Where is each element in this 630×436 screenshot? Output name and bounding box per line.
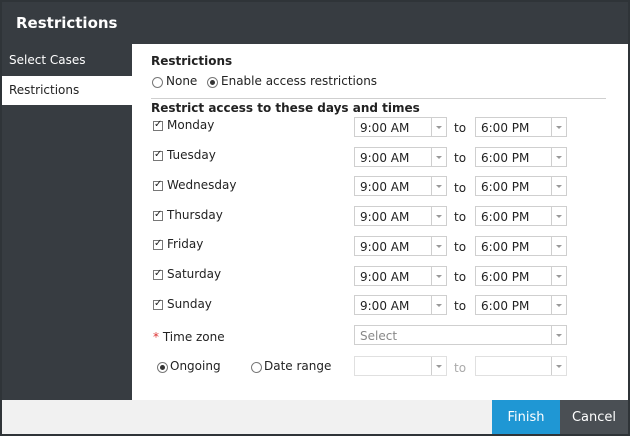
day-label-friday: Friday: [167, 237, 204, 251]
sidebar-item-label: Restrictions: [9, 83, 80, 97]
chevron-down-icon: [431, 296, 446, 314]
day-label-monday: Monday: [167, 118, 215, 132]
chevron-down-icon: [431, 177, 446, 195]
sidebar-item-select-cases[interactable]: Select Cases: [2, 46, 132, 75]
start-time-saturday[interactable]: 9:00 AM: [354, 266, 447, 286]
radio-none-label: None: [166, 74, 198, 88]
to-label: to: [454, 210, 467, 224]
to-label: to: [454, 240, 467, 254]
start-time-thursday[interactable]: 9:00 AM: [354, 206, 447, 226]
range-to-label: to: [454, 361, 467, 375]
end-time-sunday[interactable]: 6:00 PM: [475, 295, 567, 315]
start-time-wednesday[interactable]: 9:00 AM: [354, 176, 447, 196]
day-label-tuesday: Tuesday: [167, 148, 216, 162]
chevron-down-icon: [551, 118, 566, 136]
end-time-thursday[interactable]: 6:00 PM: [475, 206, 567, 226]
title-bar: Restrictions: [2, 2, 628, 44]
start-time-friday[interactable]: 9:00 AM: [354, 236, 447, 256]
timezone-label: * Time zone: [153, 330, 225, 344]
schedule-heading: Restrict access to these days and times: [151, 101, 420, 115]
checkbox-sunday[interactable]: [153, 298, 163, 310]
day-label-saturday: Saturday: [167, 267, 222, 281]
timezone-select[interactable]: Select: [354, 325, 567, 345]
chevron-down-icon: [551, 148, 566, 166]
day-label-wednesday: Wednesday: [167, 178, 237, 192]
day-label-thursday: Thursday: [167, 208, 223, 222]
start-time-sunday[interactable]: 9:00 AM: [354, 295, 447, 315]
chevron-down-icon: [551, 237, 566, 255]
sidebar-item-restrictions[interactable]: Restrictions: [2, 76, 132, 105]
day-label-sunday: Sunday: [167, 297, 212, 311]
chevron-down-icon: [431, 207, 446, 225]
cancel-button[interactable]: Cancel: [560, 400, 628, 434]
checkbox-tuesday[interactable]: [153, 149, 163, 161]
end-time-tuesday[interactable]: 6:00 PM: [475, 147, 567, 167]
content-panel: Restrictions None Enable access restrict…: [132, 44, 628, 400]
start-time-monday[interactable]: 9:00 AM: [354, 117, 447, 137]
radio-ongoing-label: Ongoing: [170, 359, 221, 373]
dialog-title: Restrictions: [16, 14, 118, 32]
required-mark: *: [153, 330, 159, 344]
to-label: to: [454, 270, 467, 284]
chevron-down-icon: [551, 177, 566, 195]
radio-enable-restrictions[interactable]: [207, 77, 218, 88]
chevron-down-icon: [551, 267, 566, 285]
checkbox-saturday[interactable]: [153, 268, 163, 280]
chevron-down-icon: [431, 357, 446, 375]
sidebar-item-label: Select Cases: [9, 53, 86, 67]
footer: Finish Cancel: [2, 400, 628, 434]
chevron-down-icon: [431, 267, 446, 285]
chevron-down-icon: [551, 296, 566, 314]
to-label: to: [454, 181, 467, 195]
chevron-down-icon: [551, 207, 566, 225]
chevron-down-icon: [431, 118, 446, 136]
start-time-tuesday[interactable]: 9:00 AM: [354, 147, 447, 167]
radio-date-range[interactable]: [251, 362, 262, 373]
chevron-down-icon: [431, 148, 446, 166]
checkbox-monday[interactable]: [153, 119, 163, 131]
restrictions-heading: Restrictions: [151, 54, 233, 68]
restrictions-dialog: Restrictions Select Cases Restrictions R…: [0, 0, 630, 436]
chevron-down-icon: [431, 237, 446, 255]
end-time-monday[interactable]: 6:00 PM: [475, 117, 567, 137]
to-label: to: [454, 299, 467, 313]
radio-date-range-label: Date range: [264, 359, 332, 373]
radio-none[interactable]: [152, 77, 163, 88]
to-label: to: [454, 151, 467, 165]
divider: [151, 98, 606, 99]
end-time-friday[interactable]: 6:00 PM: [475, 236, 567, 256]
range-end-select[interactable]: [475, 356, 567, 376]
radio-ongoing[interactable]: [157, 362, 168, 373]
radio-enable-label: Enable access restrictions: [221, 74, 378, 88]
checkbox-thursday[interactable]: [153, 209, 163, 221]
to-label: to: [454, 121, 467, 135]
chevron-down-icon: [551, 357, 566, 375]
sidebar: Select Cases Restrictions: [2, 44, 132, 400]
range-start-select[interactable]: [354, 356, 447, 376]
checkbox-friday[interactable]: [153, 238, 163, 250]
chevron-down-icon: [551, 326, 566, 344]
checkbox-wednesday[interactable]: [153, 179, 163, 191]
finish-button[interactable]: Finish: [492, 400, 560, 434]
end-time-wednesday[interactable]: 6:00 PM: [475, 176, 567, 196]
end-time-saturday[interactable]: 6:00 PM: [475, 266, 567, 286]
